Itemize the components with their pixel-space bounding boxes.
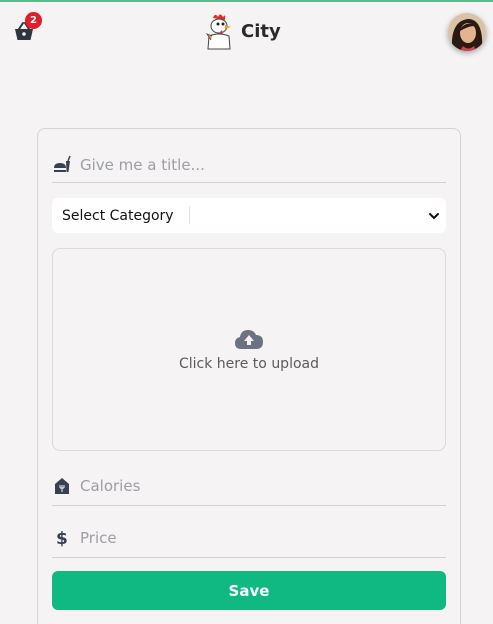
user-avatar[interactable] — [448, 13, 486, 51]
select-divider — [189, 206, 190, 224]
calories-input[interactable] — [80, 476, 420, 495]
image-upload-area[interactable]: Click here to upload — [52, 248, 446, 451]
save-button[interactable]: Save — [52, 571, 446, 610]
chevron-down-icon — [429, 212, 439, 219]
upload-label: Click here to upload — [179, 355, 319, 372]
window-top-border — [0, 0, 493, 2]
user-photo-icon — [448, 13, 486, 51]
food-calories-icon — [55, 477, 69, 494]
fastfood-icon — [54, 155, 71, 172]
brand-logo-link[interactable]: City — [203, 12, 281, 50]
title-input[interactable] — [80, 155, 420, 174]
title-field-row — [52, 147, 446, 183]
dollar-icon: $ — [56, 529, 68, 548]
category-selected-value: Select Category — [62, 207, 174, 224]
svg-text:$: $ — [56, 529, 68, 548]
cart-count-badge: 2 — [25, 12, 42, 29]
category-select[interactable]: Select Category — [52, 198, 446, 233]
rooster-logo-icon — [205, 14, 231, 50]
price-input[interactable] — [80, 528, 420, 547]
brand-name: City — [241, 20, 281, 42]
calories-field-row — [52, 466, 446, 506]
price-field-row: $ — [52, 518, 446, 558]
create-item-card: Select Category Click here to upload $ S… — [37, 128, 461, 624]
cloud-upload-icon — [235, 329, 263, 349]
